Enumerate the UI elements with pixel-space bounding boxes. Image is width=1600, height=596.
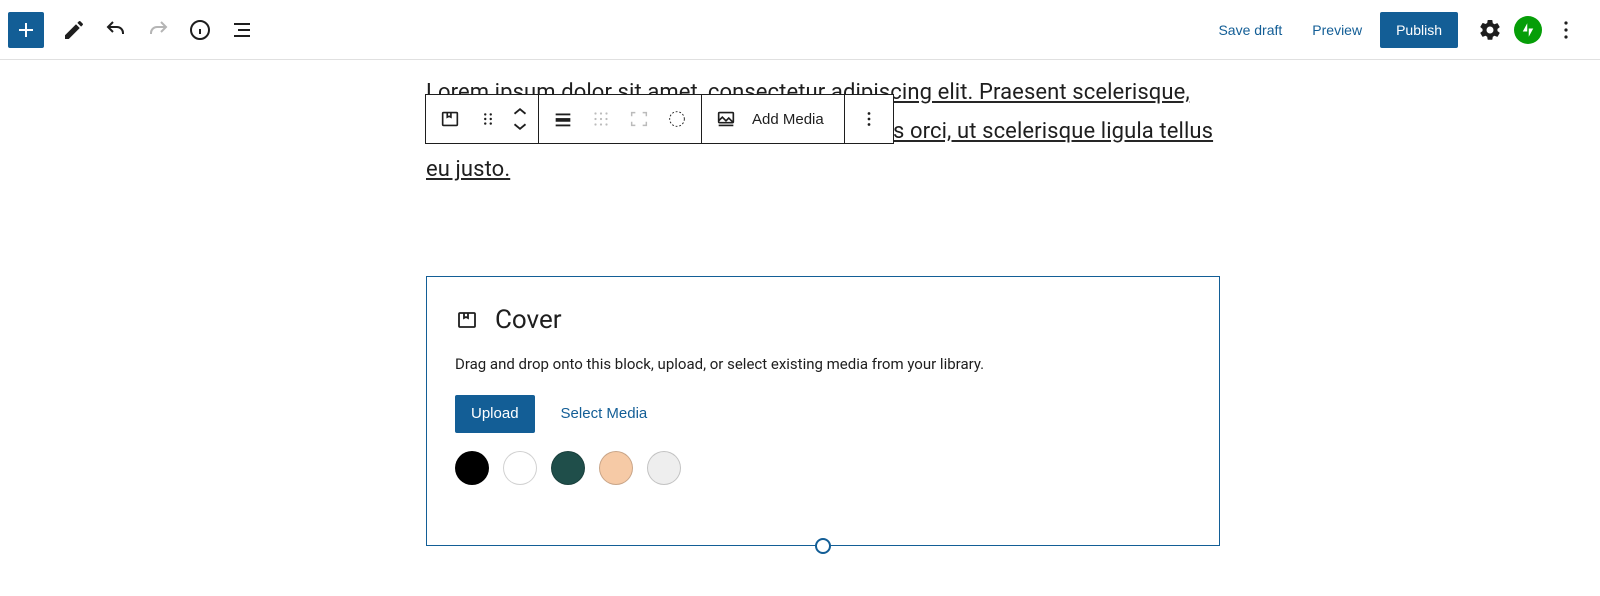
outline-button[interactable] [224,12,260,48]
plus-icon [14,18,38,42]
info-button[interactable] [182,12,218,48]
toolbar-group-align [539,95,702,143]
chevron-down-icon [509,116,531,138]
header-left-tools [8,12,260,48]
duotone-button[interactable] [659,101,695,137]
editor-header: Save draft Preview Publish [0,0,1600,60]
grid-dots-icon [590,108,612,130]
select-media-button[interactable]: Select Media [555,404,654,423]
align-button[interactable] [545,101,581,137]
resize-handle[interactable] [815,538,831,554]
block-more-button[interactable] [851,101,887,137]
color-swatches [455,451,1191,485]
color-swatch[interactable] [551,451,585,485]
outline-icon [230,18,254,42]
more-vertical-icon [858,108,880,130]
pencil-icon [62,18,86,42]
preview-button[interactable]: Preview [1300,12,1374,48]
color-swatch[interactable] [599,451,633,485]
header-right-tools: Save draft Preview Publish [1206,12,1584,48]
toolbar-group-more [845,95,893,143]
block-mover [508,103,532,135]
edit-tool-button[interactable] [56,12,92,48]
toolbar-group-block [426,95,539,143]
move-down-button[interactable] [502,119,538,135]
block-type-button[interactable] [432,101,468,137]
redo-icon [146,18,170,42]
gear-icon [1478,18,1502,42]
block-toolbar: Add Media [425,94,894,144]
more-options-button[interactable] [1548,12,1584,48]
undo-icon [104,18,128,42]
cover-block[interactable]: Cover Drag and drop onto this block, upl… [426,276,1220,546]
publish-button[interactable]: Publish [1380,12,1458,48]
redo-button[interactable] [140,12,176,48]
jetpack-icon [1519,21,1537,39]
cover-block-icon [439,108,461,130]
drag-handle[interactable] [470,101,506,137]
cover-block-description: Drag and drop onto this block, upload, o… [455,355,1191,373]
align-icon [552,108,574,130]
color-swatch[interactable] [503,451,537,485]
add-media-button[interactable]: Add Media [746,101,838,137]
more-vertical-icon [1554,18,1578,42]
full-height-button[interactable] [621,101,657,137]
cover-block-title: Cover [495,305,562,335]
fullscreen-icon [628,108,650,130]
info-icon [188,18,212,42]
dotted-circle-icon [666,108,688,130]
save-draft-button[interactable]: Save draft [1206,12,1294,48]
drag-icon [477,108,499,130]
media-icon-button[interactable] [708,101,744,137]
settings-button[interactable] [1472,12,1508,48]
content-position-button[interactable] [583,101,619,137]
editor-canvas: Lorem ipsum dolor sit amet, consectetur … [380,74,1220,546]
color-swatch[interactable] [647,451,681,485]
jetpack-button[interactable] [1514,16,1542,44]
cover-actions: Upload Select Media [455,395,1191,433]
color-swatch[interactable] [455,451,489,485]
upload-button[interactable]: Upload [455,395,535,433]
cover-title-row: Cover [455,305,1191,335]
undo-button[interactable] [98,12,134,48]
image-icon [715,108,737,130]
toolbar-group-media: Add Media [702,95,845,143]
add-block-button[interactable] [8,12,44,48]
cover-block-icon [455,308,479,332]
